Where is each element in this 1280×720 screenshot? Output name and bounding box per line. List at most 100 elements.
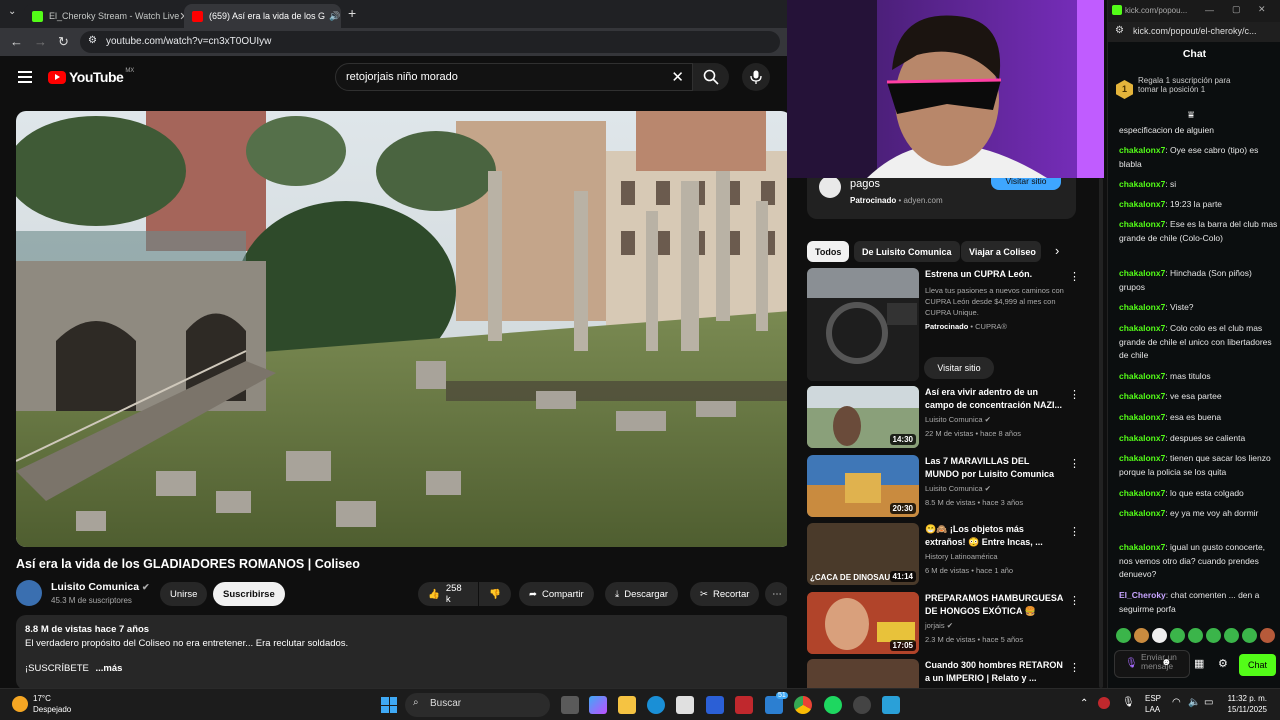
emote-icon[interactable] — [1116, 628, 1131, 643]
tray-app-icon[interactable] — [1098, 697, 1110, 709]
task-view-icon[interactable] — [561, 696, 579, 714]
capture-app-icon[interactable] — [882, 696, 900, 714]
weather-temperature[interactable]: 17°C — [33, 694, 51, 703]
tray-overflow-icon[interactable]: ⌃ — [1080, 698, 1088, 709]
antivirus-icon[interactable] — [735, 696, 753, 714]
youtube-logo[interactable]: YouTube MX — [48, 68, 134, 85]
editor-app-icon[interactable] — [706, 696, 724, 714]
weather-icon[interactable] — [12, 696, 28, 712]
emote-icon[interactable] — [1206, 628, 1221, 643]
store-icon[interactable]: ▦ — [1194, 657, 1204, 670]
chat-username[interactable]: chakalonx7 — [1119, 412, 1165, 422]
chat-username[interactable]: chakalonx7 — [1119, 323, 1165, 333]
gift-subscription-prompt[interactable]: Regala 1 suscripción para tomar la posic… — [1138, 76, 1248, 94]
minimize-icon[interactable]: — — [1205, 5, 1214, 15]
weather-description[interactable]: Despejado — [33, 705, 71, 714]
site-info-icon[interactable]: ⚙ — [88, 35, 97, 46]
chat-username[interactable]: chakalonx7 — [1119, 219, 1165, 229]
close-window-icon[interactable]: ✕ — [1258, 4, 1266, 15]
chips-next-icon[interactable]: › — [1055, 243, 1059, 258]
tray-microphone-icon[interactable]: 🎙 — [1122, 697, 1135, 708]
kick-url-bar[interactable]: ⚙ kick.com/popout/el-cheroky/c... — [1108, 22, 1280, 42]
sidebar-scrollbar[interactable] — [1098, 178, 1104, 688]
more-actions-button[interactable]: ⋯ — [765, 582, 789, 606]
sponsored-card-top[interactable]: pagos Patrocinado • adyen.com Visitar si… — [807, 176, 1076, 219]
recommendation-item[interactable]: 20:30 Las 7 MARAVILLAS DEL MUNDO por Lui… — [807, 455, 1097, 519]
battery-icon[interactable]: ▭ — [1204, 697, 1213, 708]
speaker-icon[interactable]: 🔊 — [329, 11, 340, 22]
obs-icon[interactable] — [853, 696, 871, 714]
sponsored-card[interactable]: Estrena un CUPRA León. Lleva tus pasione… — [807, 268, 1097, 381]
search-button[interactable] — [693, 63, 729, 91]
spotify-icon[interactable] — [824, 696, 842, 714]
send-chat-button[interactable]: Chat — [1239, 654, 1276, 676]
join-button[interactable]: Unirse — [160, 582, 208, 606]
emote-icon[interactable] — [1170, 628, 1185, 643]
chat-message-input[interactable]: 🎙 Enviar un mensaje — [1114, 650, 1190, 678]
more-vert-icon[interactable]: ⋮ — [1069, 457, 1080, 470]
settings-gear-icon[interactable]: ⚙ — [1218, 657, 1228, 670]
chrome-browser-icon[interactable] — [794, 696, 812, 714]
ad-cta-button[interactable]: Visitar sitio — [991, 176, 1061, 190]
chat-username[interactable]: El_Cheroky — [1119, 590, 1166, 600]
chat-username[interactable]: chakalonx7 — [1119, 433, 1165, 443]
wifi-icon[interactable]: ◠ — [1172, 697, 1181, 708]
download-button[interactable]: ⤓ Descargar — [605, 582, 679, 606]
chip-travel[interactable]: Viajar a Coliseo — [961, 241, 1041, 262]
dislike-button[interactable]: 👎 — [479, 582, 511, 606]
back-icon[interactable]: ← — [10, 34, 23, 49]
maximize-icon[interactable]: ▢ — [1232, 4, 1241, 15]
site-settings-icon[interactable]: ⚙ — [1115, 25, 1124, 36]
emote-icon[interactable] — [1152, 628, 1167, 643]
chat-username[interactable]: chakalonx7 — [1119, 391, 1165, 401]
emoji-icon[interactable]: ☻ — [1161, 657, 1172, 668]
emote-icon[interactable] — [1242, 628, 1257, 643]
taskbar-search[interactable]: ⌕ Buscar — [405, 693, 550, 717]
more-vert-icon[interactable]: ⋮ — [1069, 594, 1080, 607]
tab-youtube[interactable]: (659) Así era la vida de los G 🔊 ✕ — [184, 4, 341, 28]
emote-icon[interactable] — [1260, 628, 1275, 643]
forward-icon[interactable]: → — [34, 34, 47, 49]
ad-visit-site-button[interactable]: Visitar sitio — [924, 357, 994, 379]
chat-username[interactable]: chakalonx7 — [1119, 145, 1165, 155]
menu-icon[interactable] — [18, 71, 32, 86]
tab-list-icon[interactable]: ⌄ — [8, 6, 16, 17]
chip-from-channel[interactable]: De Luisito Comunica — [854, 241, 960, 262]
description-box[interactable]: 8.8 M de vistas hace 7 años El verdadero… — [16, 615, 791, 690]
share-button[interactable]: ➦ Compartir — [519, 582, 594, 606]
emote-icon[interactable] — [1188, 628, 1203, 643]
more-vert-icon[interactable]: ⋮ — [1069, 525, 1080, 538]
chip-all[interactable]: Todos — [807, 241, 850, 262]
chat-username[interactable]: chakalonx7 — [1119, 199, 1165, 209]
clock-time[interactable]: 11:32 p. m. — [1225, 694, 1267, 703]
chat-username[interactable]: chakalonx7 — [1119, 508, 1165, 518]
volume-icon[interactable]: 🔈 — [1188, 697, 1200, 708]
copilot-icon[interactable] — [589, 696, 607, 714]
microphone-icon[interactable]: 🎙 — [1125, 659, 1138, 669]
chat-username[interactable]: chakalonx7 — [1119, 179, 1165, 189]
recommendation-item[interactable]: 14:30 Así era vivir adentro de un campo … — [807, 386, 1097, 450]
show-more-link[interactable]: ...más — [96, 663, 123, 674]
more-vert-icon[interactable]: ⋮ — [1069, 270, 1080, 283]
more-vert-icon[interactable]: ⋮ — [1069, 661, 1080, 674]
channel-name[interactable]: Luisito Comunica ✔ — [51, 581, 150, 593]
recommendation-item[interactable]: Cuando 300 hombres RETARON a un IMPERIO … — [807, 659, 1097, 688]
search-input[interactable]: retojorjais niño morado ✕ — [335, 63, 693, 91]
chat-username[interactable]: chakalonx7 — [1119, 268, 1165, 278]
subscribe-button[interactable]: Suscribirse — [213, 582, 285, 606]
close-tab-icon[interactable]: ✕ — [340, 10, 341, 23]
microsoft-store-icon[interactable] — [676, 696, 694, 714]
clear-search-icon[interactable]: ✕ — [671, 68, 684, 86]
channel-avatar[interactable] — [16, 580, 42, 606]
input-language[interactable]: ESP — [1145, 694, 1161, 703]
expand-icon[interactable]: ⩸ — [1188, 110, 1194, 121]
chat-username[interactable]: chakalonx7 — [1119, 371, 1165, 381]
recommendation-item[interactable]: ¿CACA DE DINOSAU 41:14 😁🙈 ¡Los objetos m… — [807, 523, 1097, 587]
edge-browser-icon[interactable] — [647, 696, 665, 714]
windows-start-icon[interactable] — [381, 697, 397, 713]
clip-button[interactable]: ✂ Recortar — [690, 582, 760, 606]
emote-icon[interactable] — [1134, 628, 1149, 643]
chat-username[interactable]: chakalonx7 — [1119, 542, 1165, 552]
more-vert-icon[interactable]: ⋮ — [1069, 388, 1080, 401]
voice-search-button[interactable] — [742, 63, 770, 91]
